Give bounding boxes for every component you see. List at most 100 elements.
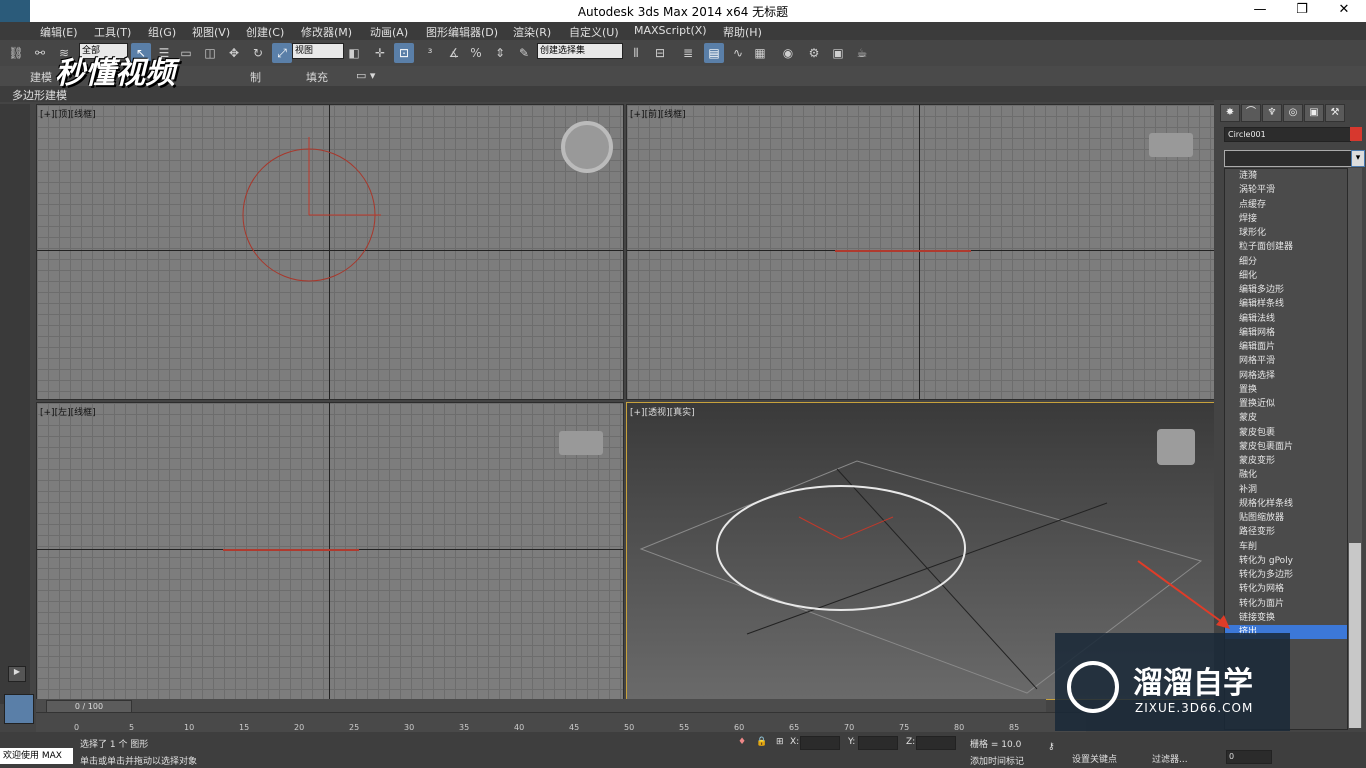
track-bar[interactable]: 0 5 10 15 20 25 30 35 40 45 50 55 60 65 70 75 80 85: [36, 712, 1086, 733]
circle-shape[interactable]: [37, 105, 623, 399]
rendered-frame-window-icon[interactable]: ▣: [828, 43, 848, 63]
viewcube-icon[interactable]: [1149, 133, 1193, 157]
close-button[interactable]: ✕: [1329, 2, 1359, 20]
graphite-toggle-icon[interactable]: ▤: [704, 43, 724, 63]
modifier-item[interactable]: 编辑法线: [1225, 312, 1347, 326]
create-tab-icon[interactable]: ✸: [1220, 104, 1240, 122]
modifier-item[interactable]: 编辑样条线: [1225, 297, 1347, 311]
schematic-view-icon[interactable]: ▦: [750, 43, 770, 63]
modifier-item[interactable]: 规格化样条线: [1225, 497, 1347, 511]
motion-tab-icon[interactable]: ◎: [1283, 104, 1303, 122]
modifier-item[interactable]: 车削: [1225, 540, 1347, 554]
modifier-item[interactable]: 网格平滑: [1225, 354, 1347, 368]
circle-shape[interactable]: [716, 485, 966, 611]
snaps-toggle-icon[interactable]: ³: [420, 43, 440, 63]
modifier-item[interactable]: 点缓存: [1225, 198, 1347, 212]
isolate-icon[interactable]: ♦: [738, 737, 746, 747]
menu-group[interactable]: 组(G): [148, 24, 176, 40]
z-coordinate-field[interactable]: [916, 736, 956, 750]
modifier-item[interactable]: 补洞: [1225, 483, 1347, 497]
modifier-item[interactable]: 蒙皮包裹面片: [1225, 440, 1347, 454]
menu-animation[interactable]: 动画(A): [370, 24, 408, 40]
viewport-layout-icon[interactable]: [4, 694, 34, 724]
modifier-item[interactable]: 路径变形: [1225, 525, 1347, 539]
menu-edit[interactable]: 编辑(E): [40, 24, 78, 40]
modifier-item[interactable]: 粒子面创建器: [1225, 240, 1347, 254]
material-editor-icon[interactable]: ◉: [778, 43, 798, 63]
modifier-item[interactable]: 置换: [1225, 383, 1347, 397]
menu-create[interactable]: 创建(C): [246, 24, 284, 40]
unlink-icon[interactable]: ⚯: [30, 43, 50, 63]
utilities-tab-icon[interactable]: ⚒: [1325, 104, 1345, 122]
viewcube-icon[interactable]: [1157, 429, 1195, 465]
modifier-item[interactable]: 转化为面片: [1225, 597, 1347, 611]
curve-editor-icon[interactable]: ∿: [728, 43, 748, 63]
hierarchy-tab-icon[interactable]: ♆: [1262, 104, 1282, 122]
modifier-item[interactable]: 融化: [1225, 468, 1347, 482]
select-manipulate-icon[interactable]: ✛: [370, 43, 390, 63]
menu-rendering[interactable]: 渲染(R): [513, 24, 551, 40]
time-slider[interactable]: 0 / 100: [36, 699, 1046, 713]
scale-icon[interactable]: ⤢: [272, 43, 292, 63]
modifier-item[interactable]: 转化为多边形: [1225, 568, 1347, 582]
lock-selection-icon[interactable]: 🔒: [756, 737, 767, 747]
viewport-label[interactable]: [+][前][线框]: [630, 107, 686, 120]
add-time-tag[interactable]: 添加时间标记: [970, 754, 1024, 767]
play-icon[interactable]: ▶: [8, 666, 26, 682]
current-frame-field[interactable]: 0: [1226, 750, 1272, 764]
viewport-top[interactable]: [+][顶][线框]: [36, 104, 624, 400]
modifier-item[interactable]: 置换近似: [1225, 397, 1347, 411]
viewcube-icon[interactable]: [559, 431, 603, 455]
menu-views[interactable]: 视图(V): [192, 24, 230, 40]
viewport-left[interactable]: [+][左][线框]: [36, 402, 624, 700]
modifier-item[interactable]: 细分: [1225, 255, 1347, 269]
modifier-item[interactable]: 编辑网格: [1225, 326, 1347, 340]
object-color-swatch[interactable]: [1350, 127, 1362, 141]
viewport-front[interactable]: [+][前][线框]: [626, 104, 1216, 400]
menu-customize[interactable]: 自定义(U): [569, 24, 619, 40]
layer-manager-icon[interactable]: ≣: [678, 43, 698, 63]
absolute-mode-icon[interactable]: ⊞: [776, 737, 784, 747]
keyboard-shortcut-override-icon[interactable]: ⊡: [394, 43, 414, 63]
modifier-item[interactable]: 贴图缩放器: [1225, 511, 1347, 525]
modifier-item[interactable]: 网格选择: [1225, 369, 1347, 383]
modifier-list-dropdown[interactable]: [1224, 150, 1352, 167]
viewcube-icon[interactable]: [561, 121, 613, 173]
pivot-center-icon[interactable]: ◧: [344, 43, 364, 63]
modifier-item[interactable]: 转化为网格: [1225, 582, 1347, 596]
scrollbar-thumb[interactable]: [1349, 543, 1361, 728]
set-key-button[interactable]: 设置关键点: [1072, 752, 1117, 765]
key-icon[interactable]: ⚷: [1048, 742, 1055, 752]
modifier-item[interactable]: 编辑多边形: [1225, 283, 1347, 297]
align-icon[interactable]: ⊟: [650, 43, 670, 63]
maxscript-listener[interactable]: 欢迎使用 MAX: [0, 748, 73, 764]
maximize-button[interactable]: ❐: [1287, 2, 1317, 20]
menu-tools[interactable]: 工具(T): [94, 24, 131, 40]
modifier-item[interactable]: 编辑面片: [1225, 340, 1347, 354]
angle-snap-icon[interactable]: ∡: [444, 43, 464, 63]
modifier-item[interactable]: 涟漪: [1225, 169, 1347, 183]
mirror-icon[interactable]: ⫴: [626, 43, 646, 63]
object-name-input[interactable]: Circle001: [1224, 127, 1351, 142]
x-coordinate-field[interactable]: [800, 736, 840, 750]
minimize-button[interactable]: —: [1245, 2, 1275, 20]
circle-shape[interactable]: [835, 250, 971, 252]
menu-modifiers[interactable]: 修改器(M): [301, 24, 352, 40]
modifier-item[interactable]: 焊接: [1225, 212, 1347, 226]
tab-populate[interactable]: 填充: [306, 69, 328, 85]
modifier-item[interactable]: 链接变换: [1225, 611, 1347, 625]
modifier-item[interactable]: 细化: [1225, 269, 1347, 283]
key-filters-button[interactable]: 过滤器...: [1152, 752, 1188, 765]
modifier-list-scrollbar[interactable]: [1348, 168, 1362, 728]
modifier-item[interactable]: 球形化: [1225, 226, 1347, 240]
render-production-icon[interactable]: ☕: [852, 43, 872, 63]
spinner-snap-icon[interactable]: ⇕: [490, 43, 510, 63]
y-coordinate-field[interactable]: [858, 736, 898, 750]
named-selection-set-dropdown[interactable]: 创建选择集: [537, 43, 623, 59]
modify-tab-icon[interactable]: ⌒: [1241, 104, 1261, 122]
menu-maxscript[interactable]: MAXScript(X): [634, 24, 707, 37]
reference-coordinate-dropdown[interactable]: 视图: [292, 43, 344, 59]
link-icon[interactable]: ⛓: [6, 43, 26, 63]
modifier-item[interactable]: 蒙皮: [1225, 411, 1347, 425]
modifier-item[interactable]: 蒙皮变形: [1225, 454, 1347, 468]
